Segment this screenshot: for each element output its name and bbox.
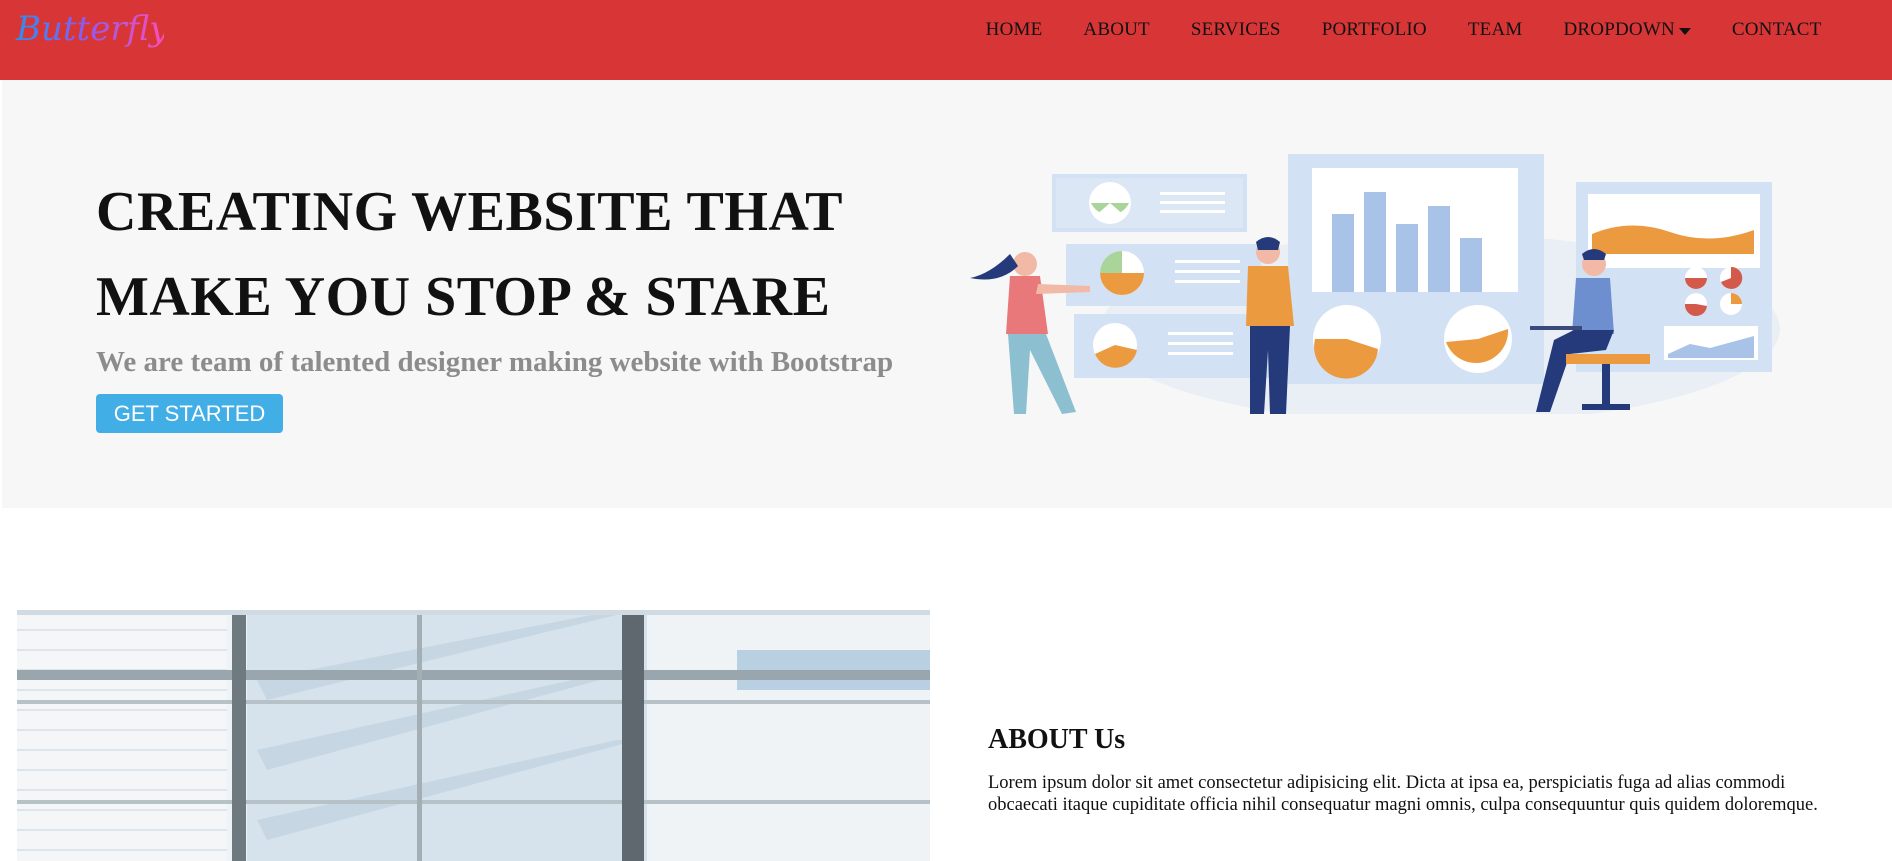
nav-team[interactable]: TEAM xyxy=(1447,18,1543,42)
nav-dropdown-label: DROPDOWN xyxy=(1563,19,1675,40)
nav-services[interactable]: SERVICES xyxy=(1170,18,1301,42)
about-text: Lorem ipsum dolor sit amet consectetur a… xyxy=(988,772,1868,816)
nav-contact[interactable]: CONTACT xyxy=(1711,18,1842,42)
hero-section: CREATING WEBSITE THAT MAKE YOU STOP & ST… xyxy=(2,80,1892,508)
business-analytics-illustration xyxy=(970,154,1780,414)
nav-about-label: ABOUT xyxy=(1083,19,1150,40)
nav-team-label: TEAM xyxy=(1467,19,1523,40)
nav-portfolio-label: PORTFOLIO xyxy=(1321,19,1427,40)
about-text-line1: Lorem ipsum dolor sit amet consectetur a… xyxy=(988,773,1786,793)
about-text-line2: obcaecati itaque cupiditate officia nihi… xyxy=(988,795,1818,815)
hero-title-line1: CREATING WEBSITE THAT xyxy=(96,181,844,243)
nav-about[interactable]: ABOUT xyxy=(1063,18,1170,42)
office-window-photo xyxy=(17,610,930,861)
hero-title-line2: MAKE YOU STOP & STARE xyxy=(96,266,831,328)
main-nav: HOME ABOUT SERVICES PORTFOLIO TEAM DROPD… xyxy=(965,18,1842,42)
nav-services-label: SERVICES xyxy=(1190,19,1281,40)
nav-dropdown[interactable]: DROPDOWN xyxy=(1543,18,1711,42)
caret-down-icon xyxy=(1678,27,1691,35)
nav-home-label: HOME xyxy=(985,19,1043,40)
svg-text:Butterfly: Butterfly xyxy=(15,9,164,49)
get-started-button[interactable]: GET STARTED xyxy=(96,394,283,433)
butterfly-logo[interactable]: Butterfly xyxy=(14,2,164,62)
office-window-image xyxy=(17,610,930,861)
nav-home[interactable]: HOME xyxy=(965,18,1063,42)
navbar: Butterfly HOME ABOUT SERVICES PORTFOLIO … xyxy=(0,0,1892,80)
hero-title: CREATING WEBSITE THAT MAKE YOU STOP & ST… xyxy=(96,170,996,340)
nav-portfolio[interactable]: PORTFOLIO xyxy=(1301,18,1447,42)
about-title: ABOUT Us xyxy=(988,724,1126,755)
nav-contact-label: CONTACT xyxy=(1731,19,1822,40)
hero-subtitle: We are team of talented designer making … xyxy=(96,346,894,378)
